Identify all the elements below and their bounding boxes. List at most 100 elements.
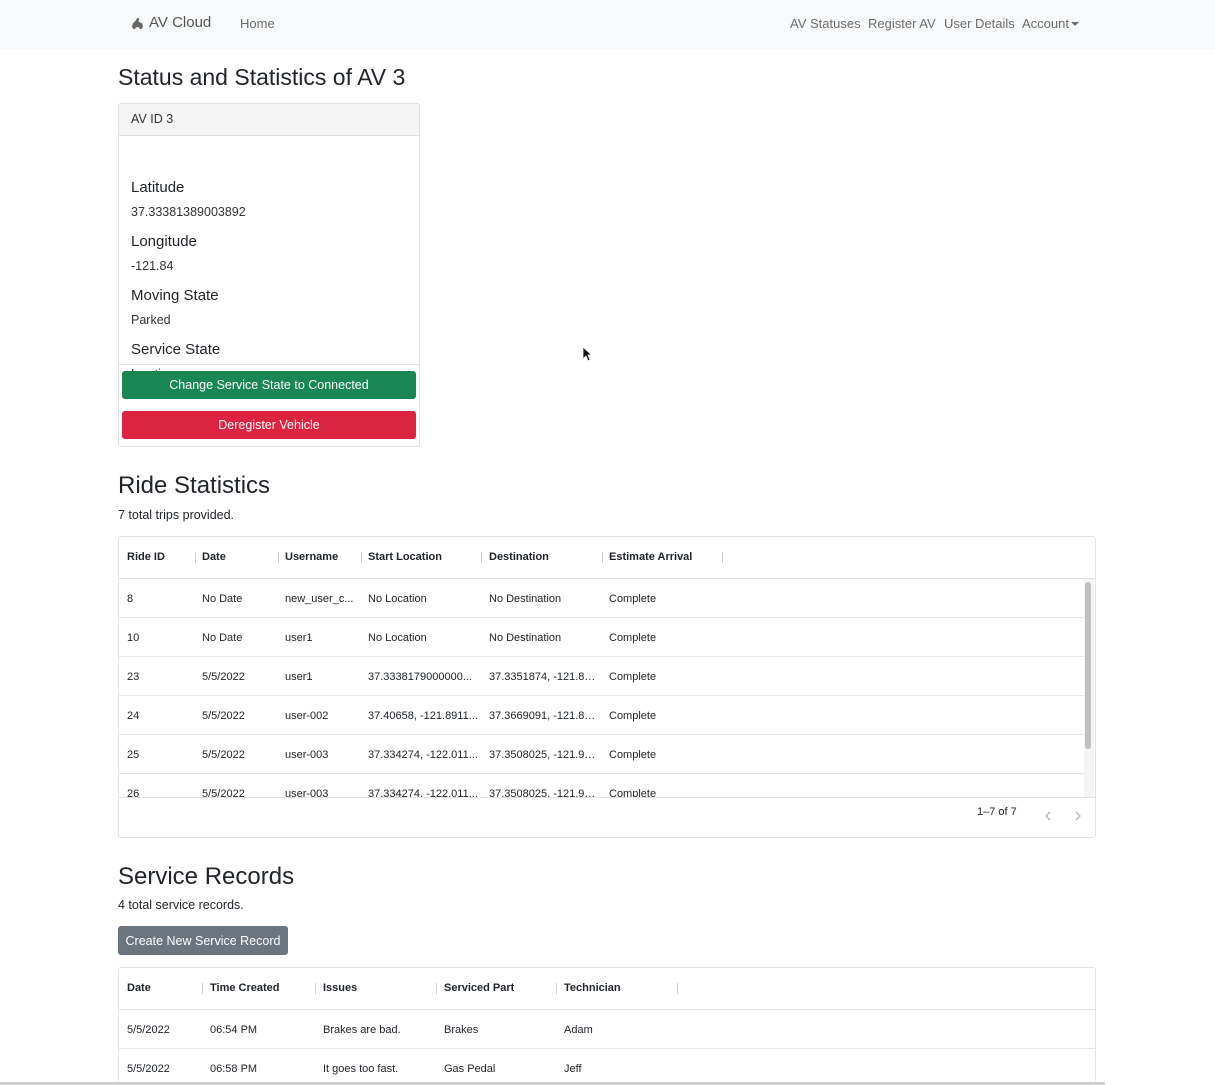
table-body[interactable]: 5/5/2022 06:54 PM Brakes are bad. Brakes…	[119, 1010, 1095, 1085]
cell-destination: 37.3351874, -121.88...	[489, 671, 599, 683]
longitude-label: Longitude	[131, 233, 197, 250]
cell-username: user-003	[285, 749, 329, 761]
nav-account-dropdown[interactable]: Account	[1022, 16, 1079, 31]
column-header-username[interactable]: Username	[285, 551, 338, 563]
table-header: Ride ID Date Username Start Location Des…	[119, 537, 1095, 579]
deregister-vehicle-button[interactable]: Deregister Vehicle	[122, 411, 416, 439]
chevron-right-icon	[1075, 811, 1081, 821]
dropdown-caret-icon	[1070, 22, 1079, 26]
service-records-summary: 4 total service records.	[118, 898, 244, 912]
car-icon	[131, 17, 144, 30]
column-header-destination[interactable]: Destination	[489, 551, 549, 563]
cell-destination: No Destination	[489, 632, 562, 644]
table-row[interactable]: 8 No Date new_user_c... No Location No D…	[119, 579, 1084, 618]
cell-estimate-arrival: Complete	[609, 593, 657, 605]
mouse-cursor-icon	[582, 346, 592, 362]
column-header-start-location[interactable]: Start Location	[368, 551, 442, 563]
cell-date: No Date	[202, 632, 243, 644]
top-navbar: AV Cloud Home AV Statuses Register AV Us…	[0, 0, 1215, 49]
cell-date: 5/5/2022	[202, 671, 245, 683]
column-separator[interactable]	[602, 552, 603, 563]
nav-account-label: Account	[1022, 16, 1069, 31]
cell-time-created: 06:58 PM	[210, 1063, 258, 1075]
cell-start-location: No Location	[368, 632, 427, 644]
column-separator[interactable]	[556, 983, 557, 994]
column-header-serviced-part[interactable]: Serviced Part	[444, 982, 514, 994]
cell-start-location: 37.334274, -122.011...	[368, 788, 478, 797]
previous-page-button[interactable]	[1041, 809, 1055, 823]
cell-ride-id: 10	[127, 632, 140, 644]
cell-start-location: 37.334274, -122.011...	[368, 749, 478, 761]
scrollbar-thumb[interactable]	[1085, 582, 1091, 749]
table-row[interactable]: 5/5/2022 06:54 PM Brakes are bad. Brakes…	[119, 1010, 1095, 1049]
cell-date: 5/5/2022	[127, 1063, 170, 1075]
column-header-issues[interactable]: Issues	[323, 982, 357, 994]
ride-statistics-summary: 7 total trips provided.	[118, 508, 235, 522]
column-header-time-created[interactable]: Time Created	[210, 982, 280, 994]
cell-technician: Jeff	[564, 1063, 582, 1075]
cell-ride-id: 26	[127, 788, 140, 797]
cell-destination: 37.3669091, -121.85...	[489, 710, 599, 722]
cell-ride-id: 8	[127, 593, 134, 605]
cell-username: new_user_c...	[285, 593, 354, 605]
table-row[interactable]: 24 5/5/2022 user-002 37.40658, -121.8911…	[119, 696, 1084, 735]
av-status-card: AV ID 3 Latitude 37.33381389003892 Longi…	[118, 103, 420, 447]
nav-user-details[interactable]: User Details	[944, 16, 1015, 31]
column-header-technician[interactable]: Technician	[564, 982, 621, 994]
table-row[interactable]: 25 5/5/2022 user-003 37.334274, -122.011…	[119, 735, 1084, 774]
column-separator[interactable]	[436, 983, 437, 994]
page-title: Status and Statistics of AV 3	[118, 64, 406, 90]
column-separator[interactable]	[481, 552, 482, 563]
chevron-left-icon	[1045, 811, 1051, 821]
brand-link[interactable]: AV Cloud	[130, 14, 211, 31]
cell-username: user-002	[285, 710, 329, 722]
cell-estimate-arrival: Complete	[609, 710, 657, 722]
column-header-date[interactable]: Date	[202, 551, 226, 563]
next-page-button[interactable]	[1071, 809, 1085, 823]
change-service-state-button[interactable]: Change Service State to Connected	[122, 371, 416, 399]
cell-date: 5/5/2022	[127, 1024, 170, 1036]
cell-technician: Adam	[564, 1024, 593, 1036]
column-header-date[interactable]: Date	[127, 982, 151, 994]
cell-username: user1	[285, 671, 313, 683]
column-separator[interactable]	[677, 983, 678, 994]
column-separator[interactable]	[202, 983, 203, 994]
cell-serviced-part: Gas Pedal	[444, 1063, 496, 1075]
column-header-ride-id[interactable]: Ride ID	[127, 551, 165, 563]
cell-date: 5/5/2022	[202, 788, 245, 797]
cell-destination: No Destination	[489, 593, 562, 605]
column-separator[interactable]	[722, 552, 723, 563]
longitude-value: -121.84	[131, 259, 174, 273]
create-service-record-button[interactable]: Create New Service Record	[118, 926, 288, 955]
cell-destination: 37.3508025, -121.90...	[489, 788, 599, 797]
pagination-info: 1–7 of 7	[977, 806, 1017, 818]
cell-username: user1	[285, 632, 313, 644]
column-separator[interactable]	[315, 983, 316, 994]
cell-start-location: No Location	[368, 593, 427, 605]
column-header-estimate-arrival[interactable]: Estimate Arrival	[609, 551, 692, 563]
table-row[interactable]: 10 No Date user1 No Location No Destinat…	[119, 618, 1084, 657]
cell-issues: Brakes are bad.	[323, 1024, 401, 1036]
table-row[interactable]: 26 5/5/2022 user-003 37.334274, -122.011…	[119, 774, 1084, 797]
column-separator[interactable]	[278, 552, 279, 563]
table-scrollbar[interactable]	[1084, 579, 1094, 797]
ride-statistics-table: Ride ID Date Username Start Location Des…	[118, 536, 1096, 838]
brand-label: AV Cloud	[149, 14, 212, 31]
table-body[interactable]: 8 No Date new_user_c... No Location No D…	[119, 579, 1095, 797]
nav-av-statuses[interactable]: AV Statuses	[790, 16, 861, 31]
table-row[interactable]: 23 5/5/2022 user1 37.3338179000000... 37…	[119, 657, 1084, 696]
table-row[interactable]: 5/5/2022 06:58 PM It goes too fast. Gas …	[119, 1049, 1095, 1085]
column-separator[interactable]	[195, 552, 196, 563]
cell-date: 5/5/2022	[202, 710, 245, 722]
column-separator[interactable]	[361, 552, 362, 563]
cell-date: 5/5/2022	[202, 749, 245, 761]
nav-home[interactable]: Home	[240, 16, 275, 31]
cell-serviced-part: Brakes	[444, 1024, 479, 1036]
card-body: Latitude 37.33381389003892 Longitude -12…	[119, 136, 419, 381]
nav-register-av[interactable]: Register AV	[868, 16, 936, 31]
ride-statistics-title: Ride Statistics	[118, 472, 271, 499]
cell-time-created: 06:54 PM	[210, 1024, 258, 1036]
moving-state-label: Moving State	[131, 287, 219, 304]
cell-ride-id: 25	[127, 749, 140, 761]
cell-estimate-arrival: Complete	[609, 788, 657, 797]
